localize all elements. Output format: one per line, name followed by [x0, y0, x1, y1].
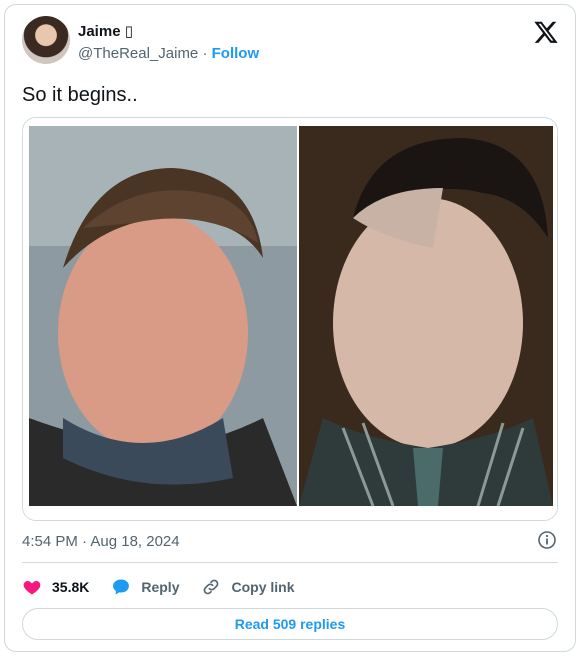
copy-link-button[interactable]: Copy link — [201, 577, 295, 597]
tweet-card: Jaime ▯ @TheReal_Jaime · Follow So it be… — [4, 4, 576, 652]
reply-label: Reply — [141, 579, 180, 595]
divider — [22, 562, 558, 563]
author-handle[interactable]: @TheReal_Jaime — [78, 45, 198, 62]
image-collage — [23, 118, 557, 520]
separator: · — [198, 45, 212, 62]
read-replies-button[interactable]: Read 509 replies — [22, 608, 558, 640]
action-bar: 35.8K Reply Copy link — [22, 576, 317, 598]
follow-link[interactable]: Follow — [212, 45, 260, 62]
heart-icon — [23, 581, 41, 595]
avatar[interactable] — [22, 16, 70, 64]
like-button[interactable]: 35.8K — [22, 577, 89, 597]
like-count: 35.8K — [52, 579, 90, 595]
handle-line: @TheReal_Jaime · Follow — [78, 45, 259, 62]
reply-button[interactable]: Reply — [111, 577, 179, 597]
reply-bubble-icon — [113, 579, 130, 595]
copy-link-label: Copy link — [231, 579, 295, 595]
tweet-image[interactable] — [22, 117, 558, 521]
tweet-text: So it begins.. — [22, 84, 138, 106]
tweet-timestamp[interactable]: 4:54 PM · Aug 18, 2024 — [22, 533, 180, 550]
author-name[interactable]: Jaime ▯ — [78, 22, 133, 40]
x-logo-icon[interactable] — [533, 19, 559, 45]
link-icon — [204, 579, 219, 595]
info-icon[interactable] — [537, 530, 557, 550]
